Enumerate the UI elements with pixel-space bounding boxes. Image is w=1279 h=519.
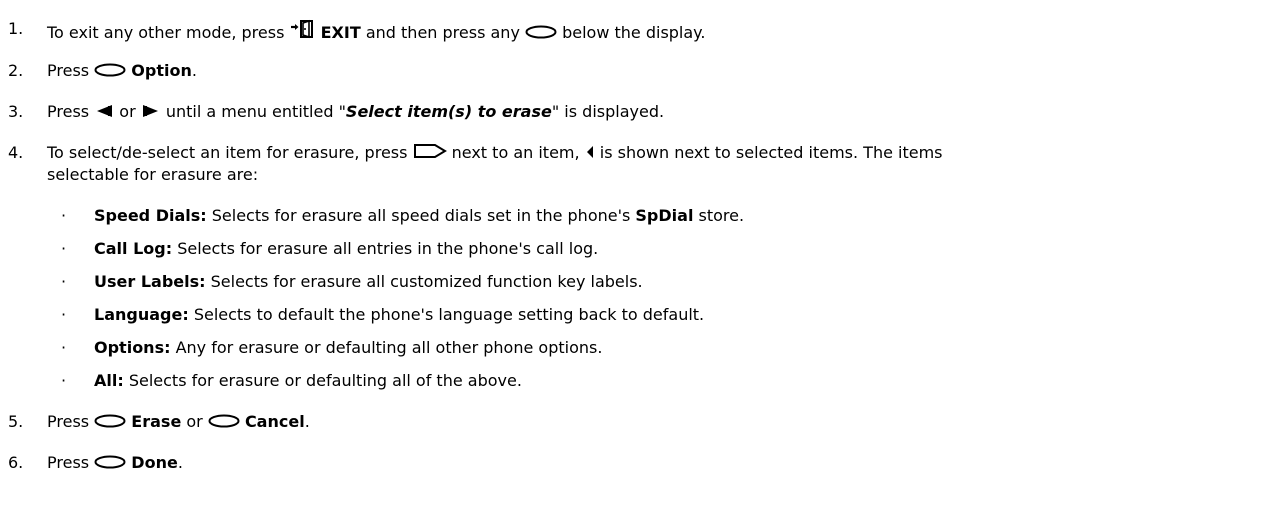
menu-title: Select item(s) to erase <box>345 102 552 121</box>
step-number: 2. <box>8 61 24 80</box>
step-text: selectable for erasure are: <box>47 165 259 184</box>
instruction-page: 1. To exit any other mode, press EXIT an… <box>0 0 1279 519</box>
step-number: 5. <box>8 412 24 431</box>
step-text: Press Option. <box>47 60 197 84</box>
selected-marker-icon <box>585 144 595 166</box>
spdial-label: SpDial <box>635 206 694 225</box>
step-number: 4. <box>8 143 24 162</box>
step-number: 1. <box>8 19 24 38</box>
bullet: · <box>61 206 67 225</box>
item-label: Language: <box>94 305 189 324</box>
cancel-label: Cancel <box>244 412 305 431</box>
bullet: · <box>61 272 67 291</box>
soft-key-icon <box>94 454 126 476</box>
erase-label: Erase <box>131 412 182 431</box>
item-label: Speed Dials: <box>94 206 207 225</box>
step-text: Press Erase or Cancel. <box>47 411 310 435</box>
bullet: · <box>61 371 67 390</box>
item-label: Call Log: <box>94 239 173 258</box>
soft-key-icon <box>94 62 126 84</box>
right-scroll-icon <box>141 103 161 125</box>
left-scroll-icon <box>94 103 114 125</box>
bullet: · <box>61 338 67 357</box>
step-text: Press Done. <box>47 452 183 476</box>
exit-icon <box>290 18 316 46</box>
item-label: Options: <box>94 338 171 357</box>
exit-label: EXIT <box>320 23 361 42</box>
step-text: To exit any other mode, press EXIT and t… <box>47 18 705 46</box>
soft-key-icon <box>525 24 557 46</box>
step-text: Press or until a menu entitled "Select i… <box>47 101 664 125</box>
display-key-icon <box>413 142 447 166</box>
step-number: 3. <box>8 102 24 121</box>
step-number: 6. <box>8 453 24 472</box>
bullet: · <box>61 305 67 324</box>
done-label: Done <box>131 453 178 472</box>
step-text: To select/de-select an item for erasure,… <box>47 142 943 166</box>
option-label: Option <box>131 61 192 80</box>
item-label: User Labels: <box>94 272 206 291</box>
soft-key-icon <box>94 413 126 435</box>
item-label: All: <box>94 371 124 390</box>
soft-key-icon <box>208 413 240 435</box>
bullet: · <box>61 239 67 258</box>
